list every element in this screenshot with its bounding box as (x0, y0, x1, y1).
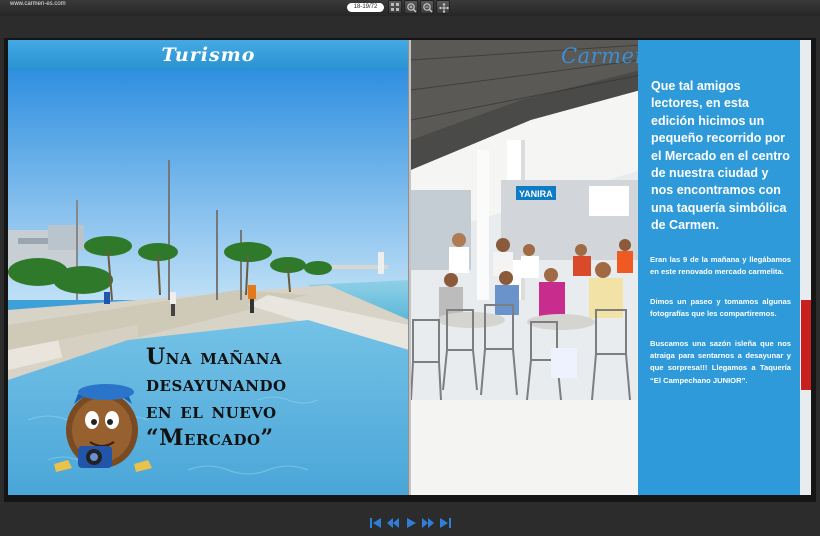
page-navigation (0, 508, 820, 536)
left-page[interactable]: Turismo Una mañana desayunando en el nue… (8, 40, 409, 495)
headline-line: desayunando (146, 371, 287, 397)
play-icon[interactable] (404, 517, 418, 529)
article-paragraph: Eran las 9 de la mañana y llegábamos en … (650, 255, 791, 277)
zoom-in-button[interactable] (404, 0, 418, 14)
next-page-icon[interactable] (421, 517, 435, 529)
right-page[interactable]: YANIRA Carmen.es Que tal amigos lectores… (411, 40, 811, 495)
article-intro: Que tal amigos lectores, en esta edición… (651, 79, 790, 233)
article-paragraph: Buscamos una sazón isleña que nos atraig… (650, 339, 791, 385)
headline-line: en el nuevo (146, 398, 277, 424)
page-counter[interactable]: 18-19/72 (347, 3, 384, 12)
article-paragraph: Dimos un paseo y tomamos algunas fotogra… (650, 297, 791, 319)
shop-sign: YANIRA (519, 189, 553, 199)
move-icon (439, 3, 449, 13)
zoom-out-button[interactable] (420, 0, 434, 14)
page-edge (800, 40, 811, 495)
market-photo: YANIRA (411, 40, 641, 495)
headline-line: Una mañana (146, 344, 283, 370)
headline-line: “Mercado” (146, 425, 274, 451)
previous-page-icon[interactable] (386, 517, 400, 529)
article-text-column: Que tal amigos lectores, en esta edición… (638, 40, 800, 495)
viewer-toolbar: www.carmen-es.com 18-19/72 (0, 0, 820, 16)
zoom-out-icon (423, 3, 433, 13)
last-page-icon[interactable] (438, 517, 452, 529)
first-page-icon[interactable] (369, 517, 383, 529)
site-url[interactable]: www.carmen-es.com (10, 1, 66, 7)
grid-icon (391, 3, 399, 11)
coconut-mascot (54, 384, 152, 472)
section-title: Turismo (8, 40, 409, 70)
article-headline: Una mañana desayunando en el nuevo “Merc… (146, 344, 386, 452)
grid-view-button[interactable] (388, 0, 402, 14)
zoom-in-icon (407, 3, 417, 13)
move-button[interactable] (436, 0, 450, 14)
